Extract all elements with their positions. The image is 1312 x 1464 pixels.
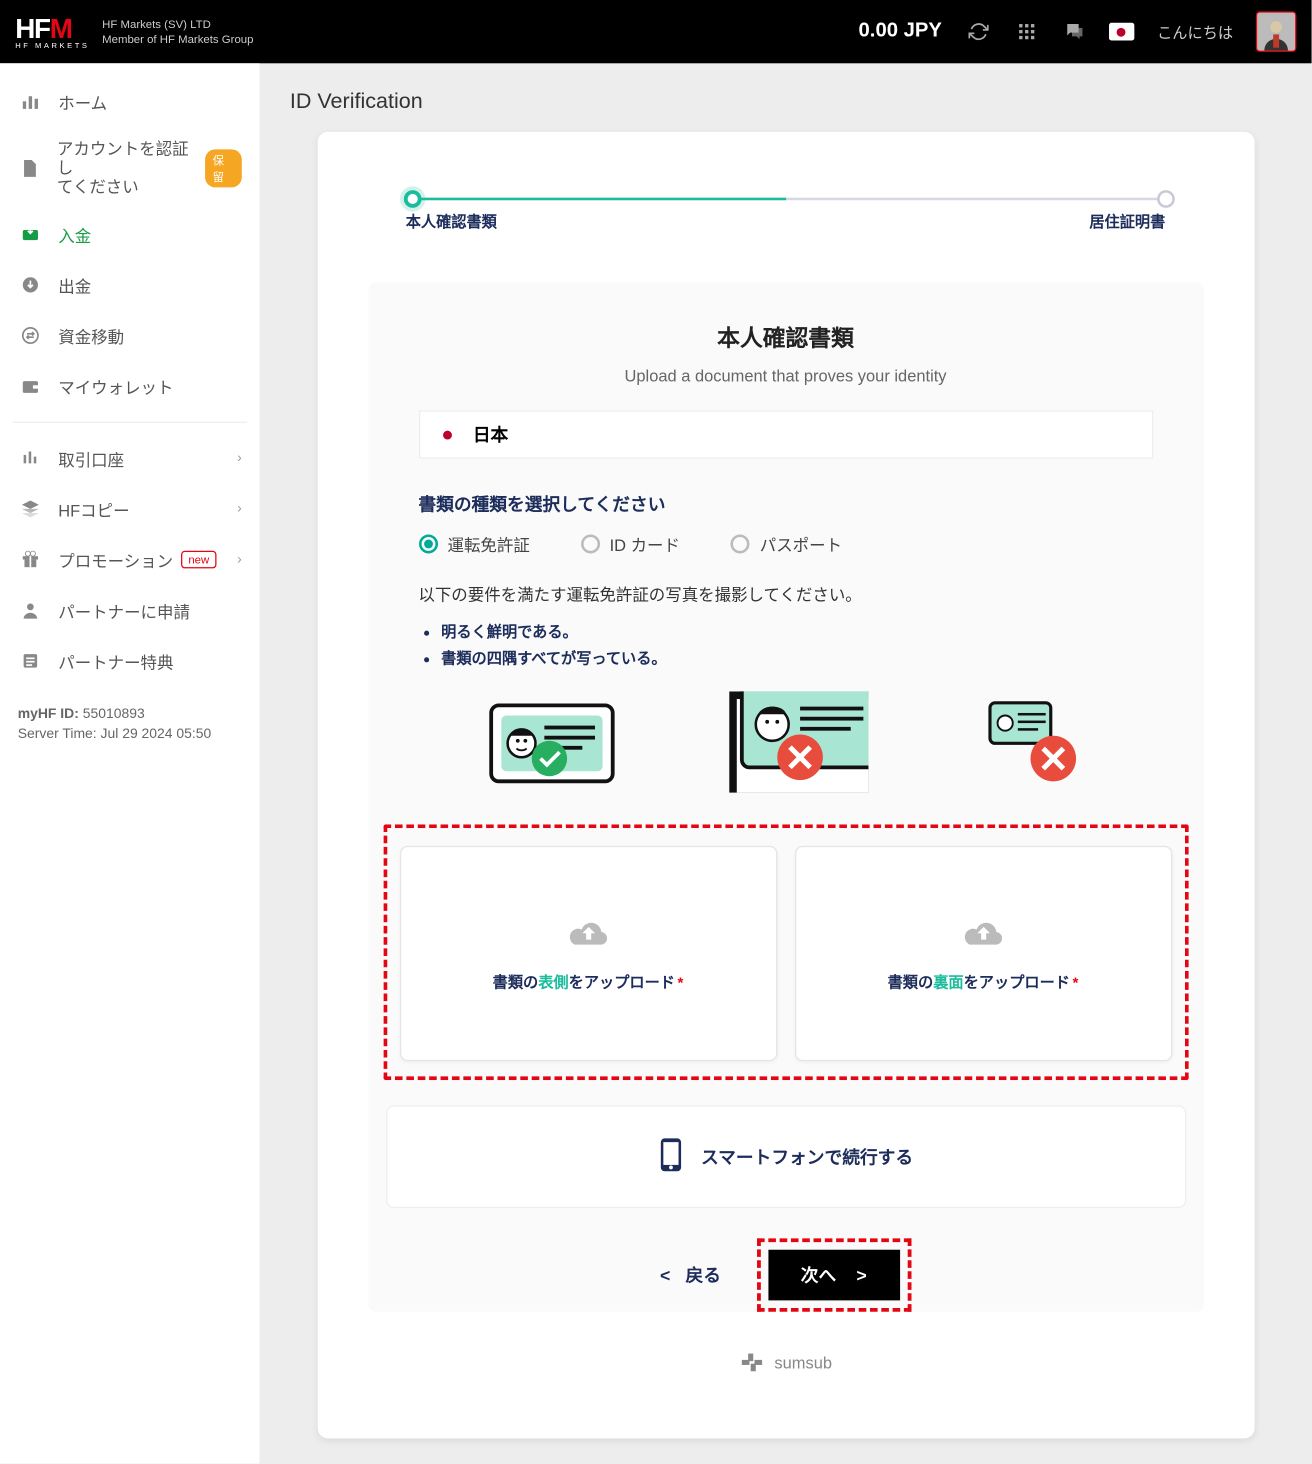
step-dot-2: [1156, 190, 1174, 208]
gift-icon: [18, 547, 43, 572]
wallet-icon: [18, 373, 43, 398]
pending-badge: 保留: [205, 149, 242, 187]
sidebar-item-promo[interactable]: プロモーション new ›: [0, 534, 260, 585]
example-images: [418, 691, 1152, 799]
sidebar-item-accounts[interactable]: 取引口座 ›: [0, 433, 260, 484]
sidebar-item-wallet[interactable]: マイウォレット: [0, 361, 260, 412]
requirement-item: 書類の四隅すべてが写っている。: [441, 647, 1152, 669]
upload-front[interactable]: 書類の表側をアップロード*: [399, 846, 776, 1061]
sidebar-item-label: 取引口座: [58, 446, 124, 470]
top-header: HFM HF MARKETS HF Markets (SV) LTD Membe…: [0, 0, 1312, 63]
chevron-right-icon: ›: [237, 451, 242, 466]
example-bad-crop: [729, 691, 868, 799]
sidebar-item-partner-apply[interactable]: パートナーに申請: [0, 585, 260, 636]
sidebar-item-label: ホーム: [58, 89, 107, 113]
radio-icon: [580, 534, 599, 553]
instruction-text: 以下の要件を満たす運転免許証の写真を撮影してください。: [418, 581, 1152, 605]
chevron-right-icon: ›: [237, 501, 242, 516]
country-value: 日本: [473, 422, 508, 447]
refresh-icon[interactable]: [965, 18, 993, 46]
withdraw-icon: [18, 272, 43, 297]
new-badge: new: [181, 551, 217, 569]
verification-card: 本人確認書類 居住証明書 本人確認書類 Upload a document th…: [317, 132, 1254, 1439]
user-avatar[interactable]: [1256, 11, 1297, 52]
document-icon: [18, 155, 42, 180]
sumsub-footer: sumsub: [317, 1350, 1254, 1375]
company-name: HF Markets (SV) LTD Member of HF Markets…: [102, 16, 253, 46]
step-label-1: 本人確認書類: [406, 210, 497, 232]
smartphone-icon: [658, 1137, 683, 1176]
cloud-upload-icon: [960, 914, 1006, 958]
sidebar-item-label: パートナーに申請: [58, 598, 190, 622]
chevron-right-icon: >: [856, 1265, 866, 1285]
chevron-right-icon: ›: [237, 552, 242, 567]
requirement-item: 明るく鮮明である。: [441, 620, 1152, 642]
sidebar-item-label: 出金: [58, 273, 91, 297]
radio-license[interactable]: 運転免許証: [418, 532, 529, 556]
chevron-left-icon: <: [660, 1265, 670, 1285]
logo-mark: HFM: [15, 13, 72, 45]
sidebar-item-partner-perks[interactable]: パートナー特典: [0, 636, 260, 687]
sumsub-icon: [739, 1350, 764, 1375]
upload-front-label: 書類の表側をアップロード*: [493, 971, 684, 993]
candlestick-icon: [18, 446, 43, 471]
requirement-list: 明るく鮮明である。 書類の四隅すべてが写っている。: [441, 620, 1152, 668]
form-panel: 本人確認書類 Upload a document that proves you…: [368, 282, 1204, 1311]
language-flag-jp[interactable]: [1109, 23, 1134, 41]
example-bad-small: [982, 698, 1083, 793]
radio-icon: [731, 534, 750, 553]
doc-type-label: 書類の種類を選択してください: [418, 491, 1152, 516]
sidebar-divider: [13, 422, 247, 423]
sidebar-item-home[interactable]: ホーム: [0, 76, 260, 127]
main-content: ID Verification 本人確認書類 居住証明書 本人確認書類 Uplo…: [260, 63, 1312, 1463]
logo[interactable]: HFM HF MARKETS HF Markets (SV) LTD Membe…: [15, 13, 253, 51]
deposit-icon: [18, 222, 43, 247]
upload-section-highlight: 書類の表側をアップロード* 書類の裏面をアップロード*: [383, 824, 1188, 1080]
sidebar-item-label: HFコピー: [58, 497, 129, 521]
radio-idcard[interactable]: ID カード: [580, 532, 680, 556]
sidebar: ホーム アカウントを認証し てください 保留 入金 出金 資金移動 マイウォレッ…: [0, 63, 260, 1463]
back-button[interactable]: < 戻る: [660, 1262, 721, 1287]
continue-mobile-button[interactable]: スマートフォンで続行する: [385, 1105, 1185, 1208]
sidebar-item-label: パートナー特典: [58, 649, 173, 673]
apps-icon[interactable]: [1013, 18, 1041, 46]
panel-title: 本人確認書類: [418, 320, 1152, 353]
sidebar-item-label: アカウントを認証し てください: [57, 139, 197, 196]
sidebar-item-deposit[interactable]: 入金: [0, 209, 260, 260]
sidebar-item-label: 入金: [58, 222, 91, 246]
step-dot-1: [403, 190, 421, 208]
radio-icon: [418, 534, 437, 553]
page-title: ID Verification: [260, 63, 1312, 131]
sidebar-item-label: 資金移動: [58, 323, 124, 347]
country-select[interactable]: 日本: [418, 410, 1152, 458]
next-button[interactable]: 次へ >: [768, 1250, 900, 1301]
upload-back-label: 書類の裏面をアップロード*: [888, 971, 1079, 993]
next-button-highlight: 次へ >: [756, 1238, 911, 1311]
upload-back[interactable]: 書類の裏面をアップロード*: [794, 846, 1171, 1061]
nav-buttons: < 戻る 次へ >: [368, 1238, 1204, 1311]
sidebar-item-verify[interactable]: アカウントを認証し てください 保留: [0, 127, 260, 209]
greeting-text: こんにちは: [1157, 21, 1233, 43]
sidebar-item-label: プロモーション: [58, 548, 173, 572]
sidebar-item-hfcopy[interactable]: HFコピー ›: [0, 484, 260, 535]
step-label-2: 居住証明書: [1089, 210, 1165, 232]
chat-icon[interactable]: [1061, 18, 1089, 46]
flag-jp-icon: [435, 425, 460, 443]
layers-icon: [18, 496, 43, 521]
sidebar-item-withdraw[interactable]: 出金: [0, 260, 260, 311]
balance-display: 0.00 JPY: [859, 20, 942, 43]
user-icon: [18, 598, 43, 623]
cloud-upload-icon: [565, 914, 611, 958]
transfer-icon: [18, 323, 43, 348]
example-good: [488, 698, 615, 793]
radio-passport[interactable]: パスポート: [731, 532, 842, 556]
bar-chart-icon: [18, 89, 43, 114]
sidebar-item-label: マイウォレット: [58, 374, 173, 398]
list-icon: [18, 648, 43, 673]
sidebar-footer: myHF ID: 55010893 Server Time: Jul 29 20…: [0, 686, 260, 762]
sidebar-item-transfer[interactable]: 資金移動: [0, 310, 260, 361]
progress-stepper: 本人確認書類 居住証明書: [317, 197, 1254, 231]
panel-subtitle: Upload a document that proves your ident…: [418, 366, 1152, 385]
